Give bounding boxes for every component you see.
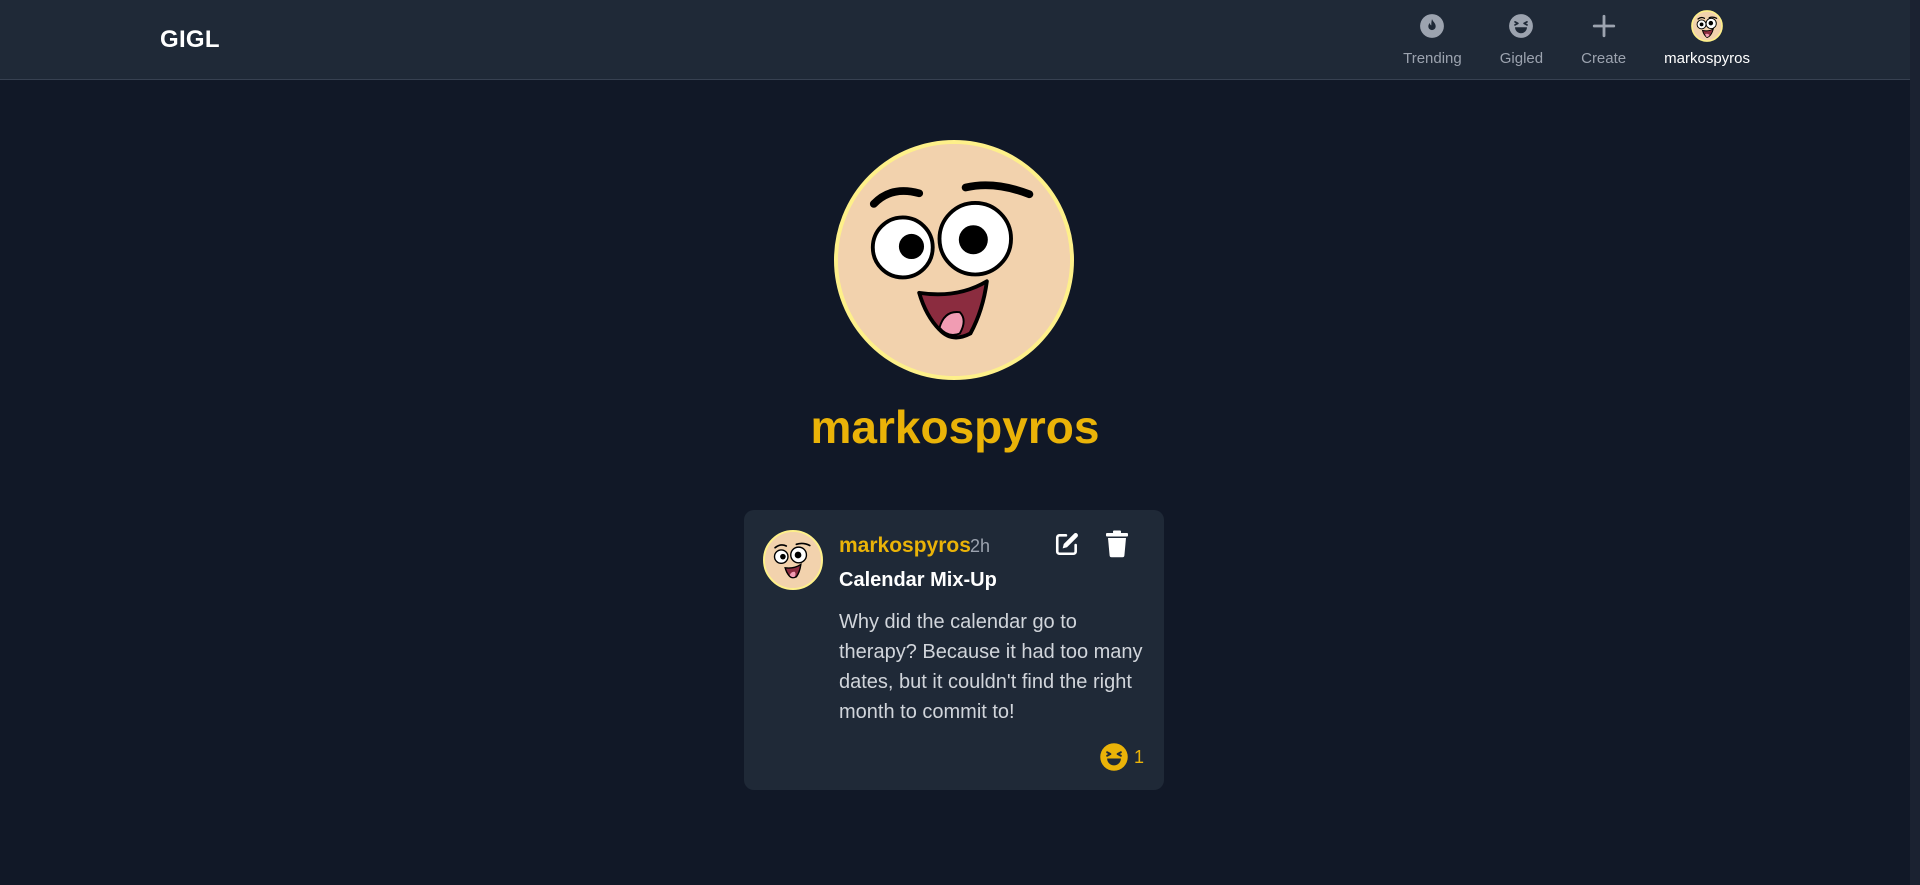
top-navbar: GIGL Trending Gigled Create markospyros	[0, 0, 1910, 80]
nav-item-profile[interactable]: markospyros	[1664, 0, 1750, 67]
user-avatar	[1691, 10, 1723, 42]
post-author-name[interactable]: markospyros	[839, 534, 971, 558]
nav-menu: Trending Gigled Create markospyros	[1365, 0, 1750, 80]
nav-label-trending: Trending	[1403, 50, 1462, 67]
nav-label-gigled: Gigled	[1499, 50, 1544, 67]
nav-item-trending[interactable]: Trending	[1403, 0, 1462, 67]
scrollbar[interactable]	[1910, 0, 1920, 885]
laughing-face-icon	[1100, 743, 1128, 771]
nav-label-profile: markospyros	[1664, 50, 1750, 67]
reaction-count: 1	[1133, 746, 1144, 767]
post-timestamp: 2h	[970, 536, 991, 556]
post-title: Calendar Mix-Up	[839, 569, 997, 591]
cartoon-face-image	[838, 144, 1070, 376]
post-body: Why did the calendar go to therapy? Beca…	[839, 611, 1143, 723]
flame-icon	[1416, 10, 1448, 42]
reaction-button[interactable]: 1	[1099, 742, 1144, 772]
delete-post-button[interactable]	[1101, 528, 1133, 560]
nav-label-create: Create	[1581, 50, 1627, 67]
post-author-avatar[interactable]	[763, 530, 823, 590]
post-card: markospyros 2h Calendar Mix-Up Why did t…	[744, 510, 1164, 790]
edit-icon	[1055, 533, 1078, 556]
profile-avatar	[834, 140, 1074, 380]
trash-icon	[1106, 530, 1128, 558]
plus-icon	[1588, 10, 1620, 42]
brand-logo[interactable]: GIGL	[160, 26, 220, 54]
profile-username: markospyros	[810, 401, 1100, 453]
nav-item-create[interactable]: Create	[1581, 0, 1626, 67]
cartoon-face-image	[765, 532, 821, 588]
nav-item-gigled[interactable]: Gigled	[1500, 0, 1543, 67]
laughing-face-icon	[1505, 10, 1537, 42]
edit-post-button[interactable]	[1051, 528, 1083, 560]
